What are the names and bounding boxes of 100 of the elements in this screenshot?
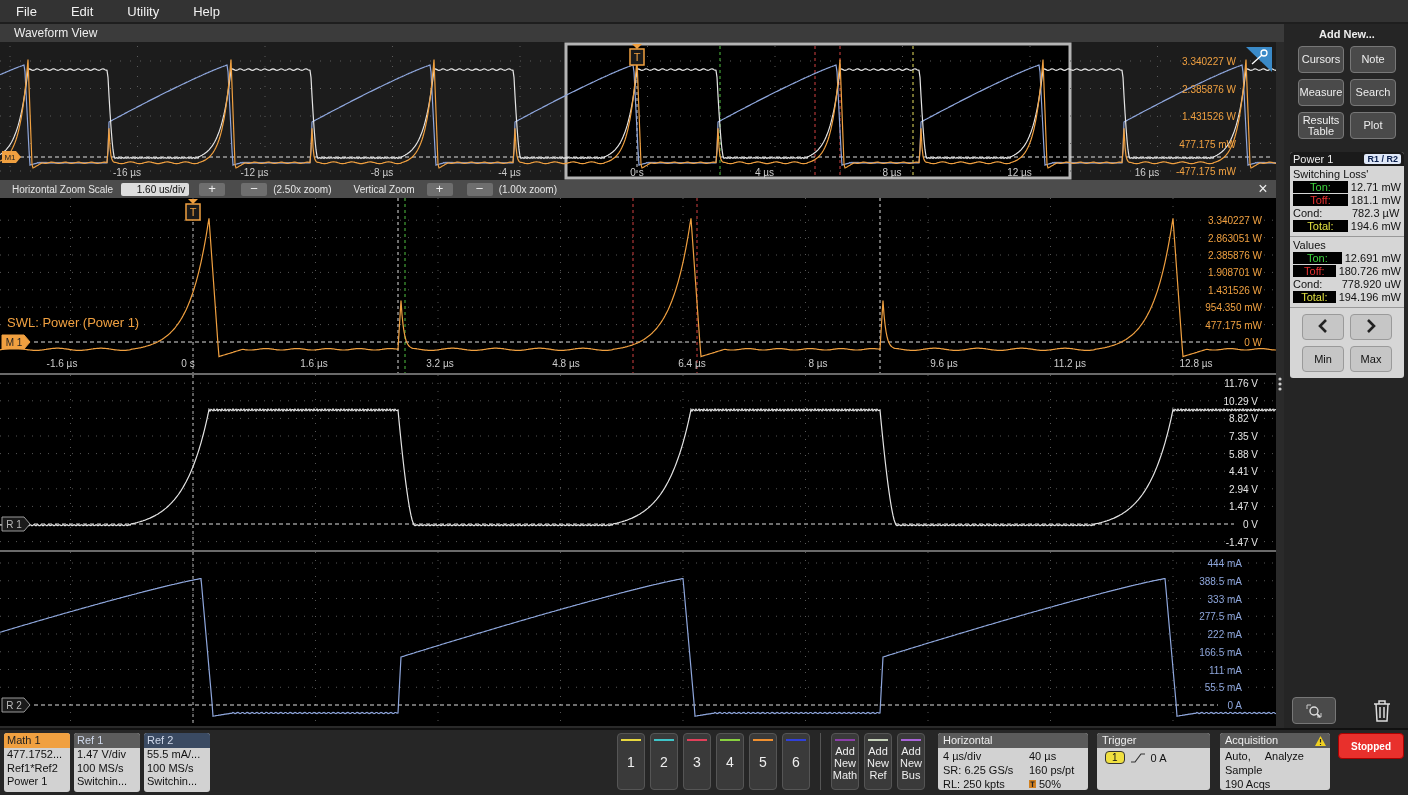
zoom-out-button[interactable]: − xyxy=(241,182,268,196)
add-new-button[interactable]: Add New Math xyxy=(831,733,859,790)
cursor-line[interactable] xyxy=(404,198,406,373)
channel-button[interactable]: 2 xyxy=(650,733,678,790)
previous-button[interactable] xyxy=(1302,314,1344,340)
amplitude-label: 55.5 mA xyxy=(1204,682,1242,694)
channel-button[interactable]: 1 xyxy=(617,733,645,790)
amplitude-label: 954.350 mW xyxy=(1205,302,1262,314)
time-axis-label: 0 s xyxy=(630,167,644,178)
add-new-button[interactable]: Cursors xyxy=(1298,46,1344,73)
zoom-button[interactable] xyxy=(1292,697,1336,724)
channel-marker[interactable]: R 1 xyxy=(1,516,31,532)
range-button[interactable]: Max xyxy=(1350,346,1392,372)
trace-label: SWL: Power (Power 1) xyxy=(7,315,140,330)
add-new-button[interactable]: Search xyxy=(1350,79,1396,106)
chevron-left-icon xyxy=(1318,319,1328,333)
measurement-value: 194.196 mW xyxy=(1338,291,1401,303)
channel-card[interactable]: Ref 2 55.5 mA/... 100 MS/s Switchin... xyxy=(144,733,210,792)
drag-handle-icon[interactable] xyxy=(1278,377,1282,391)
channel-button[interactable]: 6 xyxy=(782,733,810,790)
corner-tab-icon[interactable] xyxy=(1246,47,1272,72)
add-new-button[interactable]: Measure xyxy=(1298,79,1344,106)
close-button[interactable]: × xyxy=(1254,181,1272,197)
measurement-label: Toff: xyxy=(1293,265,1336,277)
amplitude-label: 1.47 V xyxy=(1229,501,1258,513)
section-title: Values xyxy=(1293,239,1327,251)
acquisition-panel[interactable]: Acquisition Auto, Analyze Sample 190 Acqs xyxy=(1220,733,1330,790)
add-new-button[interactable]: Add New Ref xyxy=(864,733,892,790)
amplitude-label: -1.47 V xyxy=(1225,536,1258,548)
panel-heading: Add New... xyxy=(1318,28,1376,40)
trigger-level: 0 A xyxy=(1150,751,1167,764)
amplitude-label: 477.175 mW xyxy=(1205,319,1262,331)
amplitude-label: 1.431526 W xyxy=(1182,111,1236,122)
range-button[interactable]: Min xyxy=(1302,346,1344,372)
zoom-out-button[interactable]: − xyxy=(466,182,493,196)
setting-value: 160 ps/pt xyxy=(1029,763,1076,777)
amplitude-label: 1.908701 W xyxy=(1208,267,1262,279)
menu-item[interactable]: Utility xyxy=(117,1,170,21)
amplitude-label: 7.35 V xyxy=(1229,431,1258,442)
trigger-source-badge[interactable]: 1 xyxy=(1105,751,1125,764)
channel-setting: Power 1 xyxy=(6,775,49,789)
run-stop-button[interactable]: Stopped xyxy=(1338,733,1404,759)
cursor-line[interactable] xyxy=(696,198,698,373)
warning-icon[interactable] xyxy=(1315,735,1326,746)
measurement-label: Cond: xyxy=(1293,207,1324,219)
channel-button[interactable]: 3 xyxy=(683,733,711,790)
channel-setting: Switchin... xyxy=(146,775,199,789)
zoom-in-button[interactable]: + xyxy=(426,182,453,196)
channel-card[interactable]: Math 1 477.1752... Ref1*Ref2 Power 1 xyxy=(4,733,70,792)
time-axis-label: 12 µs xyxy=(1007,167,1032,178)
amplitude-label: 444 mA xyxy=(1207,558,1242,569)
amplitude-label: 333 mA xyxy=(1207,593,1242,605)
measurement-value: 782.3 µW xyxy=(1352,207,1400,219)
time-axis-label: -16 µs xyxy=(113,167,141,178)
channel-marker[interactable]: M 1 xyxy=(1,334,31,350)
channel-setting: 477.1752... xyxy=(6,748,64,762)
measurement-card[interactable]: Power 1 R1 / R2 Switching Loss' Ton: 12.71 mW Toff: 181.1 mW Cond: 782.3 µW Total: 194.6 mW Values Ton: 12.691 mW Toff: 180.726 mW Cond: 778.920 uW Total: 194.196 mW Min Max xyxy=(1290,152,1404,378)
panel-title: Acquisition xyxy=(1225,733,1279,748)
amplitude-label: 222 mA xyxy=(1207,629,1242,640)
amplitude-label: 277.5 mA xyxy=(1199,611,1242,623)
amplitude-label: 2.863051 W xyxy=(1208,232,1262,244)
zoom-factor: (2.50x zoom) xyxy=(273,183,332,195)
channel-button[interactable]: 5 xyxy=(749,733,777,790)
menu-item[interactable]: File xyxy=(6,1,47,21)
menu-item[interactable]: Help xyxy=(183,1,230,21)
add-new-button[interactable]: Plot xyxy=(1350,112,1396,139)
channel-marker[interactable]: M1 xyxy=(2,151,21,163)
time-axis-label: 8 µs xyxy=(882,167,902,178)
channel-setting: 55.5 mA/... xyxy=(146,748,202,762)
measurement-label: Toff: xyxy=(1293,194,1348,206)
menu-item[interactable]: Edit xyxy=(60,1,104,21)
amplitude-label: 0 A xyxy=(1227,700,1242,711)
trash-icon[interactable] xyxy=(1372,698,1392,723)
time-axis-label: 3.2 µs xyxy=(426,358,454,369)
amplitude-label: 2.94 V xyxy=(1229,483,1258,495)
add-new-button[interactable]: Note xyxy=(1350,46,1396,73)
channel-marker[interactable]: R 2 xyxy=(1,697,31,713)
measurement-value: 12.691 mW xyxy=(1344,252,1401,264)
add-new-button[interactable]: Add New Bus xyxy=(897,733,925,790)
waveform-overview-drawing[interactable] xyxy=(0,42,1276,180)
acquisition-mode: Analyze xyxy=(1264,749,1304,763)
zoom-factor: (1.00x zoom) xyxy=(498,183,557,195)
zoom-scale-field[interactable]: 1.60 us/div xyxy=(121,182,190,196)
channel-setting: Ref1*Ref2 xyxy=(6,761,59,775)
next-button[interactable] xyxy=(1350,314,1392,340)
channel-card[interactable]: Ref 1 1.47 V/div 100 MS/s Switchin... xyxy=(74,733,140,792)
setting-value: 50% xyxy=(1039,777,1062,790)
channel-button[interactable]: 4 xyxy=(716,733,744,790)
acquisition-mode: Auto, xyxy=(1225,749,1251,763)
trigger-panel[interactable]: Trigger 1 0 A xyxy=(1097,733,1210,790)
panel-title: Horizontal xyxy=(938,733,1088,748)
measurement-value: 180.726 mW xyxy=(1338,265,1401,277)
horizontal-panel[interactable]: Horizontal 4 µs/div 40 µs SR: 6.25 GS/s 160 ps/pt RL: 250 kpts 50% xyxy=(938,733,1088,790)
amplitude-label: 3.340227 W xyxy=(1208,215,1262,227)
measurement-label: Ton: xyxy=(1293,181,1348,193)
amplitude-label: -477.175 mW xyxy=(1175,166,1236,177)
zoom-in-button[interactable]: + xyxy=(199,182,226,196)
add-new-button[interactable]: Results Table xyxy=(1298,112,1344,139)
time-axis-label: 0 s xyxy=(181,358,195,369)
measurement-label: Total: xyxy=(1293,220,1348,232)
